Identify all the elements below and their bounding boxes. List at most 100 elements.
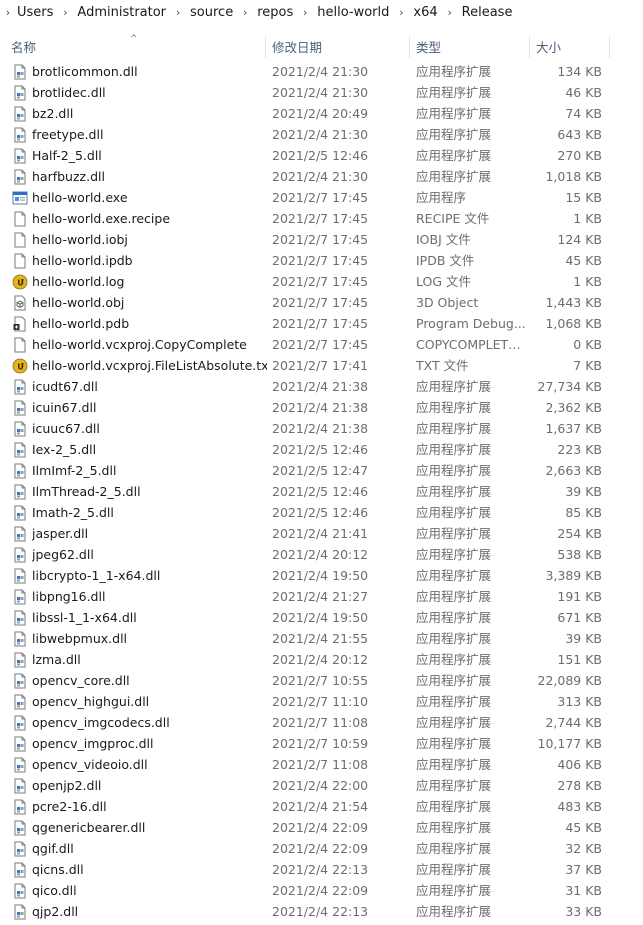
file-row[interactable]: brotlicommon.dll 2021/2/4 21:30 应用程序扩展 134 … xyxy=(0,61,643,82)
breadcrumb-item-users[interactable]: Users xyxy=(16,5,54,20)
file-name: brotlidec.dll xyxy=(32,85,106,100)
svg-text:E: E xyxy=(21,363,24,369)
file-row[interactable]: openjp2.dll 2021/2/4 22:00 应用程序扩展 278 KB xyxy=(0,775,643,796)
breadcrumb-item-x64[interactable]: x64 xyxy=(412,5,438,20)
file-row[interactable]: hello-world.pdb 2021/2/7 17:45 Program Deb… xyxy=(0,313,643,334)
file-size: 1,637 KB xyxy=(545,421,602,436)
file-row[interactable]: opencv_core.dll 2021/2/7 10:55 应用程序扩展 22,08… xyxy=(0,670,643,691)
file-size: 1,443 KB xyxy=(545,295,602,310)
column-header-type[interactable]: 类型 xyxy=(412,34,528,60)
file-row[interactable]: bz2.dll 2021/2/4 20:49 应用程序扩展 74 KB xyxy=(0,103,643,124)
file-type: IOBJ 文件 xyxy=(416,232,471,247)
file-row[interactable]: harfbuzz.dll 2021/2/4 21:30 应用程序扩展 1,018 KB xyxy=(0,166,643,187)
file-row[interactable]: qgif.dll 2021/2/4 22:09 应用程序扩展 32 KB xyxy=(0,838,643,859)
file-row[interactable]: jpeg62.dll 2021/2/4 20:12 应用程序扩展 538 KB xyxy=(0,544,643,565)
file-row[interactable]: qicns.dll 2021/2/4 22:13 应用程序扩展 37 KB xyxy=(0,859,643,880)
file-row[interactable]: freetype.dll 2021/2/4 21:30 应用程序扩展 643 KB xyxy=(0,124,643,145)
file-type: 应用程序扩展 xyxy=(416,64,492,79)
chevron-right-icon[interactable]: › xyxy=(0,6,16,19)
file-row[interactable]: libwebpmux.dll 2021/2/4 21:55 应用程序扩展 39 KB xyxy=(0,628,643,649)
file-row[interactable]: Imath-2_5.dll 2021/2/5 12:46 应用程序扩展 85 KB xyxy=(0,502,643,523)
file-row[interactable]: qgenericbearer.dll 2021/2/4 22:09 应用程序扩展 45… xyxy=(0,817,643,838)
file-row[interactable]: jasper.dll 2021/2/4 21:41 应用程序扩展 254 KB xyxy=(0,523,643,544)
file-row[interactable]: icuin67.dll 2021/2/4 21:38 应用程序扩展 2,362 KB xyxy=(0,397,643,418)
file-row[interactable]: opencv_highgui.dll 2021/2/7 11:10 应用程序扩展 31… xyxy=(0,691,643,712)
file-row[interactable]: hello-world.vcxproj.CopyComplete 2021/2/7… xyxy=(0,334,643,355)
chevron-right-icon[interactable]: › xyxy=(294,6,316,19)
file-row[interactable]: libcrypto-1_1-x64.dll 2021/2/4 19:50 应用程序扩… xyxy=(0,565,643,586)
file-row[interactable]: hello-world.exe.recipe 2021/2/7 17:45 RECI… xyxy=(0,208,643,229)
file-row[interactable]: hello-world.iobj 2021/2/7 17:45 IOBJ 文件 124… xyxy=(0,229,643,250)
file-row[interactable]: Iex-2_5.dll 2021/2/5 12:46 应用程序扩展 223 KB xyxy=(0,439,643,460)
file-date: 2021/2/4 21:54 xyxy=(272,799,369,814)
dll-icon xyxy=(12,652,28,668)
file-row[interactable]: pcre2-16.dll 2021/2/4 21:54 应用程序扩展 483 KB xyxy=(0,796,643,817)
file-row[interactable]: hello-world.exe 2021/2/7 17:45 应用程序 15 KB xyxy=(0,187,643,208)
column-header-bar: ^ 名称 修改日期 类型 大小 xyxy=(0,34,643,60)
breadcrumb-item-repos[interactable]: repos xyxy=(256,5,294,20)
chevron-right-icon[interactable]: › xyxy=(390,6,412,19)
file-row[interactable]: opencv_imgcodecs.dll 2021/2/7 11:08 应用程序扩展… xyxy=(0,712,643,733)
file-date: 2021/2/7 11:08 xyxy=(272,757,369,772)
file-row[interactable]: opencv_imgproc.dll 2021/2/7 10:59 应用程序扩展 10… xyxy=(0,733,643,754)
file-row[interactable]: qico.dll 2021/2/4 22:09 应用程序扩展 31 KB xyxy=(0,880,643,901)
breadcrumb-item-hello-world[interactable]: hello-world xyxy=(316,5,390,20)
chevron-right-icon[interactable]: › xyxy=(439,6,461,19)
breadcrumb-item-release[interactable]: Release xyxy=(461,5,514,20)
dll-icon xyxy=(12,694,28,710)
file-date: 2021/2/4 19:50 xyxy=(272,568,369,583)
breadcrumb-item-administrator[interactable]: Administrator xyxy=(76,5,167,20)
file-row[interactable]: hello-world.ipdb 2021/2/7 17:45 IPDB 文件 45 … xyxy=(0,250,643,271)
file-size: 223 KB xyxy=(557,442,602,457)
file-size: 39 KB xyxy=(565,484,602,499)
file-size: 39 KB xyxy=(565,631,602,646)
file-name: icudt67.dll xyxy=(32,379,98,394)
file-row[interactable]: icudt67.dll 2021/2/4 21:38 应用程序扩展 27,734 KB xyxy=(0,376,643,397)
breadcrumb-item-source[interactable]: source xyxy=(189,5,234,20)
file-date: 2021/2/4 21:55 xyxy=(272,631,369,646)
file-date: 2021/2/4 21:27 xyxy=(272,589,369,604)
file-row[interactable]: brotlidec.dll 2021/2/4 21:30 应用程序扩展 46 KB xyxy=(0,82,643,103)
file-type: 应用程序扩展 xyxy=(416,484,492,499)
column-divider[interactable] xyxy=(409,36,410,58)
file-row[interactable]: U E hello-world.log 2021/2/7 17:45 LOG 文件 1 K… xyxy=(0,271,643,292)
column-divider[interactable] xyxy=(609,36,610,58)
file-date: 2021/2/7 17:41 xyxy=(272,358,369,373)
file-date: 2021/2/4 22:09 xyxy=(272,883,369,898)
file-row[interactable]: IlmThread-2_5.dll 2021/2/5 12:46 应用程序扩展 39 … xyxy=(0,481,643,502)
dll-icon xyxy=(12,169,28,185)
file-date: 2021/2/4 21:38 xyxy=(272,400,369,415)
file-size: 313 KB xyxy=(557,694,602,709)
file-size: 10,177 KB xyxy=(537,736,602,751)
file-date: 2021/2/5 12:46 xyxy=(272,505,369,520)
column-header-date[interactable]: 修改日期 xyxy=(268,34,408,60)
file-row[interactable]: lzma.dll 2021/2/4 20:12 应用程序扩展 151 KB xyxy=(0,649,643,670)
file-row[interactable]: libpng16.dll 2021/2/4 21:27 应用程序扩展 191 KB xyxy=(0,586,643,607)
column-divider[interactable] xyxy=(265,36,266,58)
log-icon: UE xyxy=(12,274,28,290)
file-row[interactable]: U E hello-world.vcxproj.FileListAbsolute.t… xyxy=(0,355,643,376)
file-name: Iex-2_5.dll xyxy=(32,442,97,457)
chevron-right-icon[interactable]: › xyxy=(234,6,256,19)
column-header-size[interactable]: 大小 xyxy=(532,34,608,60)
file-row[interactable]: hello-world.obj 2021/2/7 17:45 3D Object 1,… xyxy=(0,292,643,313)
column-header-name[interactable]: 名称 xyxy=(7,34,265,60)
file-name: openjp2.dll xyxy=(32,778,102,793)
chevron-right-icon[interactable]: › xyxy=(167,6,189,19)
file-row[interactable]: Half-2_5.dll 2021/2/5 12:46 应用程序扩展 270 KB xyxy=(0,145,643,166)
file-type: 应用程序扩展 xyxy=(416,778,492,793)
column-divider[interactable] xyxy=(529,36,530,58)
chevron-right-icon[interactable]: › xyxy=(54,6,76,19)
file-size: 191 KB xyxy=(557,589,602,604)
dll-icon xyxy=(12,442,28,458)
file-row[interactable]: IlmImf-2_5.dll 2021/2/5 12:47 应用程序扩展 2,663 … xyxy=(0,460,643,481)
file-list: brotlicommon.dll 2021/2/4 21:30 应用程序扩展 134 … xyxy=(0,61,643,922)
file-type: 应用程序扩展 xyxy=(416,652,492,667)
file-row[interactable]: icuuc67.dll 2021/2/4 21:38 应用程序扩展 1,637 KB xyxy=(0,418,643,439)
file-row[interactable]: qjp2.dll 2021/2/4 22:13 应用程序扩展 33 KB xyxy=(0,901,643,922)
file-type: 应用程序扩展 xyxy=(416,547,492,562)
file-size: 406 KB xyxy=(557,757,602,772)
file-row[interactable]: libssl-1_1-x64.dll 2021/2/4 19:50 应用程序扩展 67… xyxy=(0,607,643,628)
file-row[interactable]: opencv_videoio.dll 2021/2/7 11:08 应用程序扩展 40… xyxy=(0,754,643,775)
file-size: 254 KB xyxy=(557,526,602,541)
